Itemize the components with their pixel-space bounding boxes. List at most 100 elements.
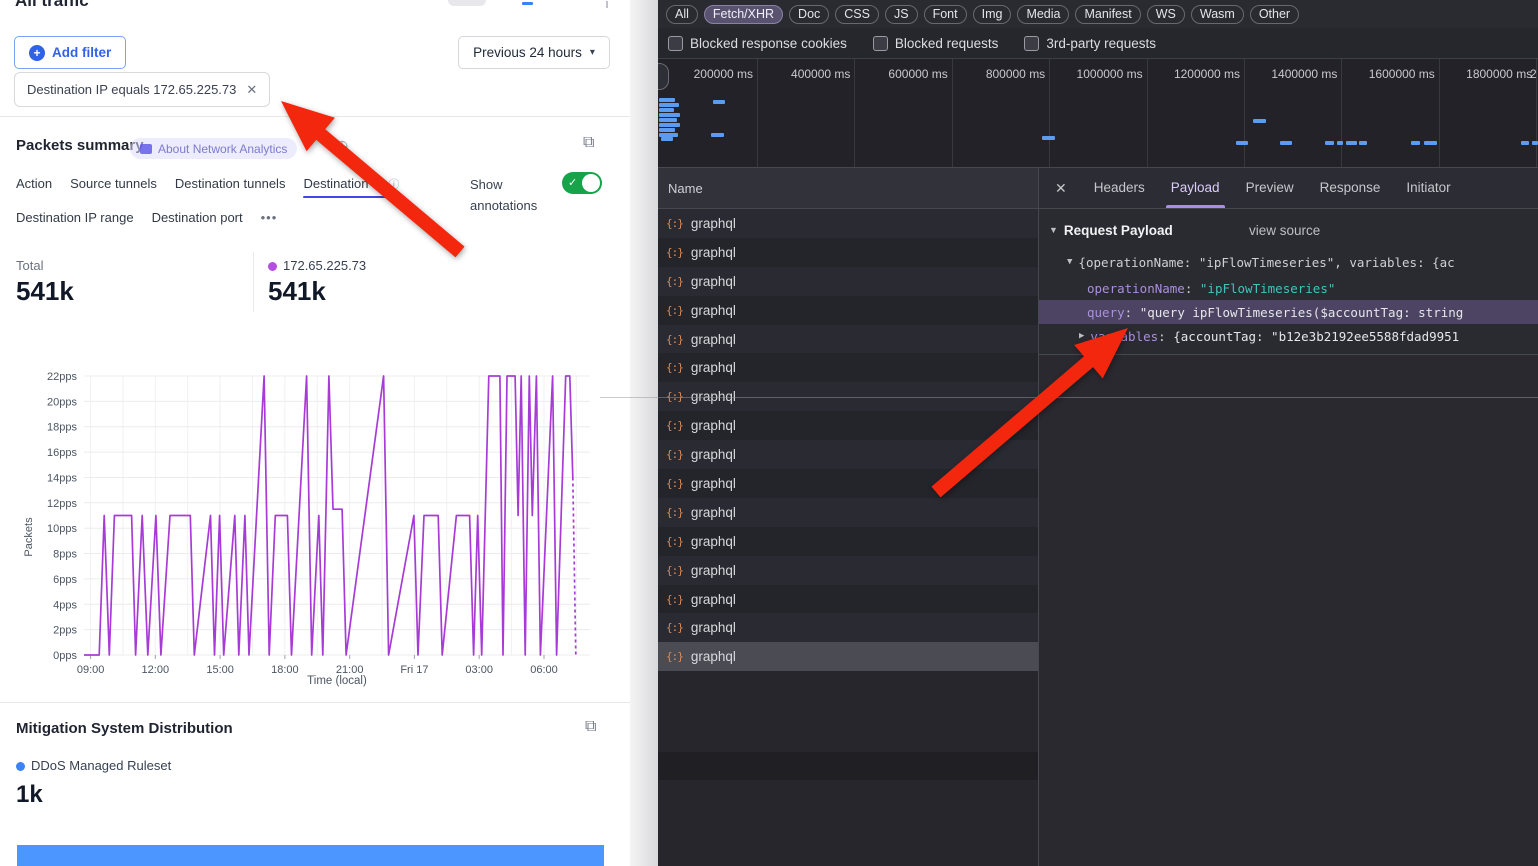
payload-variables-row[interactable]: ▶ variables: {accountTag: "b12e3b2192ee5…	[1039, 324, 1538, 348]
request-row-graphql[interactable]: {:}graphql	[658, 411, 1038, 440]
request-payload-section-header[interactable]: ▼ Request Payload view source	[1039, 218, 1538, 242]
request-detail-panel: ✕ HeadersPayloadPreviewResponseInitiator…	[1038, 168, 1538, 866]
timeline-label: 1600000 ms	[1325, 67, 1435, 81]
timeline-request-bar	[1346, 141, 1357, 145]
request-row-graphql[interactable]: {:}graphql	[658, 642, 1038, 671]
checkbox-3rd-party-requests[interactable]: 3rd-party requests	[1024, 36, 1156, 51]
close-icon[interactable]: ✕	[1039, 180, 1081, 197]
filter-pill-manifest[interactable]: Manifest	[1075, 5, 1140, 24]
json-braces-icon: {:}	[666, 304, 683, 317]
payload-summary-row[interactable]: ▼ {operationName: "ipFlowTimeseries", va…	[1039, 250, 1538, 274]
timeline-request-bar	[1532, 141, 1538, 145]
add-filter-button[interactable]: + Add filter	[14, 36, 126, 69]
request-row-graphql[interactable]: {:}graphql	[658, 325, 1038, 354]
payload-query-row[interactable]: query: "query ipFlowTimeseries($accountT…	[1039, 300, 1538, 324]
detail-tab-payload[interactable]: Payload	[1158, 168, 1233, 208]
payload-operation-row[interactable]: operationName: "ipFlowTimeseries"	[1039, 276, 1538, 300]
request-row-graphql[interactable]: {:}graphql	[658, 556, 1038, 585]
clipped-top-divider	[606, 1, 608, 8]
timeline-label: 400000 ms	[740, 67, 850, 81]
request-row-graphql[interactable]: {:}graphql	[658, 527, 1038, 556]
filter-pill-img[interactable]: Img	[973, 5, 1012, 24]
time-range-label: Previous 24 hours	[473, 45, 582, 60]
operation-key: operationName	[1087, 281, 1185, 296]
checkbox-blocked-response-cookies[interactable]: Blocked response cookies	[668, 36, 847, 51]
filter-pill-media[interactable]: Media	[1017, 5, 1069, 24]
request-row-graphql[interactable]: {:}graphql	[658, 585, 1038, 614]
svg-text:4pps: 4pps	[53, 599, 77, 611]
time-range-dropdown[interactable]: Previous 24 hours ▾	[458, 36, 610, 69]
request-row-graphql[interactable]: {:}graphql	[658, 613, 1038, 642]
tab-action[interactable]: Action	[16, 176, 52, 198]
detail-tab-response[interactable]: Response	[1307, 168, 1394, 208]
more-tabs-button[interactable]: •••	[261, 210, 278, 231]
packets-timeseries-chart[interactable]: 0pps2pps4pps6pps8pps10pps12pps14pps16pps…	[20, 362, 612, 697]
operation-value: "ipFlowTimeseries"	[1200, 281, 1335, 296]
expand-card-icon[interactable]: ⧉	[583, 134, 594, 152]
timeline-request-bar	[1359, 141, 1367, 145]
json-braces-icon: {:}	[666, 650, 683, 663]
check-icon: ✓	[568, 176, 577, 189]
json-braces-icon: {:}	[666, 593, 683, 606]
screenshot-root: All traffic + Add filter Previous 24 hou…	[0, 0, 1538, 866]
svg-text:14pps: 14pps	[47, 473, 77, 485]
network-overview-timeline[interactable]: 200000 ms400000 ms600000 ms800000 ms1000…	[658, 58, 1538, 168]
view-source-link[interactable]: view source	[1249, 223, 1320, 238]
request-row-graphql[interactable]: {:}graphql	[658, 469, 1038, 498]
checkbox-box-icon[interactable]	[668, 36, 683, 51]
timeline-label: 1800000 ms	[1422, 67, 1532, 81]
timeline-request-bar	[659, 128, 675, 132]
page-title: All traffic	[15, 0, 89, 11]
filter-pill-other[interactable]: Other	[1250, 5, 1299, 24]
tab-source-tunnels[interactable]: Source tunnels	[70, 176, 157, 198]
filter-pill-doc[interactable]: Doc	[789, 5, 829, 24]
timeline-label: 1200000 ms	[1130, 67, 1240, 81]
triangle-right-icon: ▶	[1079, 331, 1084, 341]
filter-pill-css[interactable]: CSS	[835, 5, 879, 24]
request-row-graphql[interactable]: {:}graphql	[658, 440, 1038, 469]
tab-destination-tunnels[interactable]: Destination tunnels	[175, 176, 286, 198]
checkbox-blocked-requests[interactable]: Blocked requests	[873, 36, 999, 51]
filter-pill-fetch-xhr[interactable]: Fetch/XHR	[704, 5, 783, 24]
checkbox-box-icon[interactable]	[1024, 36, 1039, 51]
request-name: graphql	[691, 476, 736, 491]
svg-text:16pps: 16pps	[47, 447, 77, 459]
request-row-graphql[interactable]: {:}graphql	[658, 296, 1038, 325]
request-name: graphql	[691, 245, 736, 260]
filter-pill-js[interactable]: JS	[885, 5, 918, 24]
filter-pill-font[interactable]: Font	[924, 5, 967, 24]
request-name: graphql	[691, 332, 736, 347]
request-row-graphql[interactable]: {:}graphql	[658, 209, 1038, 238]
checkbox-box-icon[interactable]	[873, 36, 888, 51]
tab-destination-port[interactable]: Destination port	[152, 210, 243, 231]
tab-destination-ip[interactable]: Destination IPⓘ	[303, 176, 399, 198]
show-annotations-toggle[interactable]: ✓	[562, 172, 602, 194]
request-row-graphql[interactable]: {:}graphql	[658, 267, 1038, 296]
tab-destination-ip-range[interactable]: Destination IP range	[16, 210, 134, 231]
svg-text:18:00: 18:00	[271, 664, 299, 676]
request-row-graphql[interactable]: {:}graphql	[658, 353, 1038, 382]
expand-card-icon[interactable]: ⧉	[585, 718, 596, 736]
mitigation-bar[interactable]	[17, 845, 604, 866]
filter-pill-wasm[interactable]: Wasm	[1191, 5, 1244, 24]
timeline-request-bar	[713, 100, 725, 104]
about-network-analytics-badge[interactable]: About Network Analytics	[130, 138, 297, 159]
detail-tab-initiator[interactable]: Initiator	[1393, 168, 1463, 208]
filter-pill-ws[interactable]: WS	[1147, 5, 1185, 24]
svg-text:8pps: 8pps	[53, 549, 77, 561]
triangle-down-icon: ▼	[1049, 225, 1058, 235]
svg-text:10pps: 10pps	[47, 523, 77, 535]
detail-tab-headers[interactable]: Headers	[1081, 168, 1158, 208]
svg-text:12pps: 12pps	[47, 498, 77, 510]
add-filter-label: Add filter	[52, 45, 111, 60]
filter-pill-all[interactable]: All	[666, 5, 698, 24]
remove-filter-icon[interactable]: ✕	[246, 82, 257, 98]
filter-chip[interactable]: Destination IP equals 172.65.225.73 ✕	[14, 72, 270, 107]
name-column-header[interactable]: Name	[658, 168, 1038, 209]
list-shadow-band	[658, 752, 1038, 780]
json-braces-icon: {:}	[666, 217, 683, 230]
detail-tab-preview[interactable]: Preview	[1233, 168, 1307, 208]
json-braces-icon: {:}	[666, 419, 683, 432]
request-row-graphql[interactable]: {:}graphql	[658, 238, 1038, 267]
request-row-graphql[interactable]: {:}graphql	[658, 498, 1038, 527]
